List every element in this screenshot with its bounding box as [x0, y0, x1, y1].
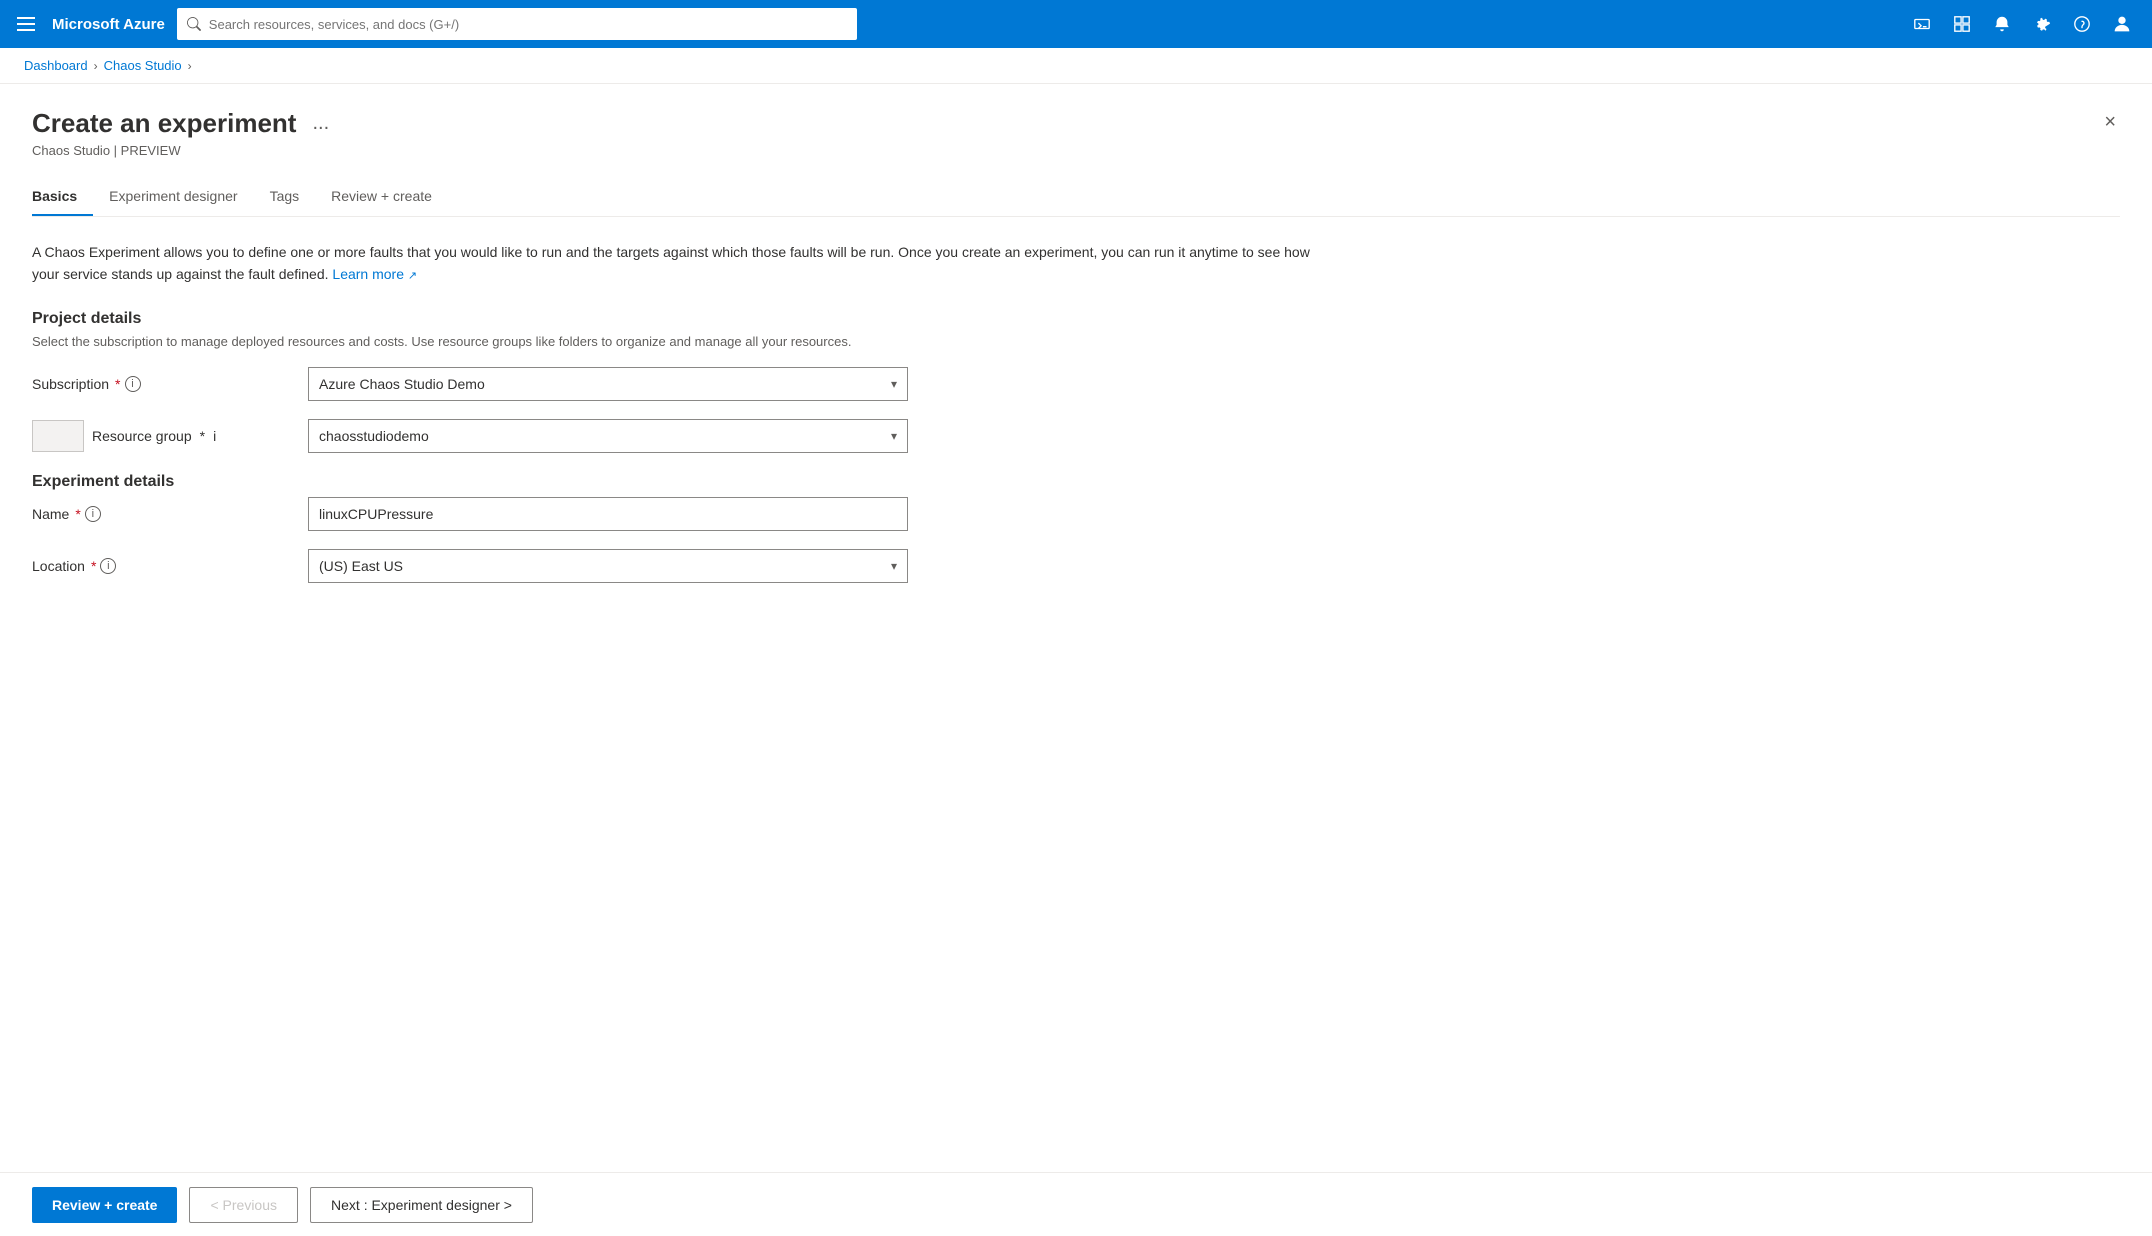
tab-review-create[interactable]: Review + create [315, 178, 448, 216]
cloud-shell-icon[interactable] [1904, 6, 1940, 42]
name-label: Name * i [32, 506, 292, 522]
subscription-control: Azure Chaos Studio Demo ▾ [308, 367, 908, 401]
subscription-chevron-icon: ▾ [891, 377, 897, 391]
review-create-button[interactable]: Review + create [32, 1187, 177, 1223]
subscription-dropdown[interactable]: Azure Chaos Studio Demo ▾ [308, 367, 908, 401]
resource-group-required: * [200, 428, 205, 444]
project-details-description: Select the subscription to manage deploy… [32, 334, 2120, 349]
name-control [308, 497, 908, 531]
tab-basics[interactable]: Basics [32, 178, 93, 216]
tab-experiment-designer[interactable]: Experiment designer [93, 178, 253, 216]
location-label: Location * i [32, 558, 292, 574]
page-header: Create an experiment ... × [32, 108, 2120, 139]
location-dropdown[interactable]: (US) East US ▾ [308, 549, 908, 583]
previous-button[interactable]: < Previous [189, 1187, 298, 1223]
notifications-icon[interactable] [1984, 6, 2020, 42]
bottom-action-bar: Review + create < Previous Next : Experi… [0, 1172, 2152, 1236]
name-row: Name * i [32, 497, 2120, 531]
project-details-title: Project details [32, 310, 2120, 328]
help-icon[interactable] [2064, 6, 2100, 42]
brand-name: Microsoft Azure [52, 16, 165, 33]
resource-group-label-area: Resource group * i [32, 420, 292, 452]
breadcrumb-separator-2: › [188, 59, 192, 73]
subscription-required: * [115, 376, 120, 392]
nav-icons [1904, 6, 2140, 42]
experiment-details-title: Experiment details [32, 473, 2120, 491]
page-title: Create an experiment [32, 108, 296, 139]
breadcrumb-separator-1: › [94, 59, 98, 73]
experiment-details-section: Experiment details Name * i Location * i… [32, 473, 2120, 583]
search-icon [187, 17, 201, 31]
resource-group-checkbox-area [32, 420, 84, 452]
subscription-info-icon[interactable]: i [125, 376, 141, 392]
resource-group-row: Resource group * i chaosstudiodemo ▾ [32, 419, 2120, 453]
page-subtitle: Chaos Studio | PREVIEW [32, 143, 2120, 158]
description-text: A Chaos Experiment allows you to define … [32, 241, 1332, 286]
subscription-row: Subscription * i Azure Chaos Studio Demo… [32, 367, 2120, 401]
main-content: Create an experiment ... × Chaos Studio … [0, 84, 2152, 1232]
tabs-bar: Basics Experiment designer Tags Review +… [32, 178, 2120, 217]
location-chevron-icon: ▾ [891, 559, 897, 573]
close-button[interactable]: × [2100, 108, 2120, 136]
page-title-area: Create an experiment ... [32, 108, 333, 139]
breadcrumb-dashboard[interactable]: Dashboard [24, 58, 88, 73]
name-input[interactable] [308, 497, 908, 531]
breadcrumb-chaos-studio[interactable]: Chaos Studio [104, 58, 182, 73]
project-details-section: Project details Select the subscription … [32, 310, 2120, 453]
breadcrumb: Dashboard › Chaos Studio › [0, 48, 2152, 84]
search-input[interactable] [209, 17, 847, 32]
name-required: * [75, 506, 80, 522]
name-info-icon[interactable]: i [85, 506, 101, 522]
account-icon[interactable] [2104, 6, 2140, 42]
location-row: Location * i (US) East US ▾ [32, 549, 2120, 583]
next-button[interactable]: Next : Experiment designer > [310, 1187, 533, 1223]
page-title-menu-button[interactable]: ... [308, 112, 333, 135]
resource-group-control: chaosstudiodemo ▾ [308, 419, 908, 453]
top-navigation: Microsoft Azure [0, 0, 2152, 48]
search-bar[interactable] [177, 8, 857, 40]
resource-group-chevron-icon: ▾ [891, 429, 897, 443]
portal-icon[interactable] [1944, 6, 1980, 42]
hamburger-menu[interactable] [12, 10, 40, 38]
tab-tags[interactable]: Tags [254, 178, 316, 216]
subscription-label: Subscription * i [32, 376, 292, 392]
location-info-icon[interactable]: i [100, 558, 116, 574]
location-control: (US) East US ▾ [308, 549, 908, 583]
resource-group-info-icon[interactable]: i [213, 428, 216, 444]
settings-icon[interactable] [2024, 6, 2060, 42]
location-required: * [91, 558, 96, 574]
learn-more-link[interactable]: Learn more ↗ [332, 266, 417, 282]
resource-group-dropdown[interactable]: chaosstudiodemo ▾ [308, 419, 908, 453]
